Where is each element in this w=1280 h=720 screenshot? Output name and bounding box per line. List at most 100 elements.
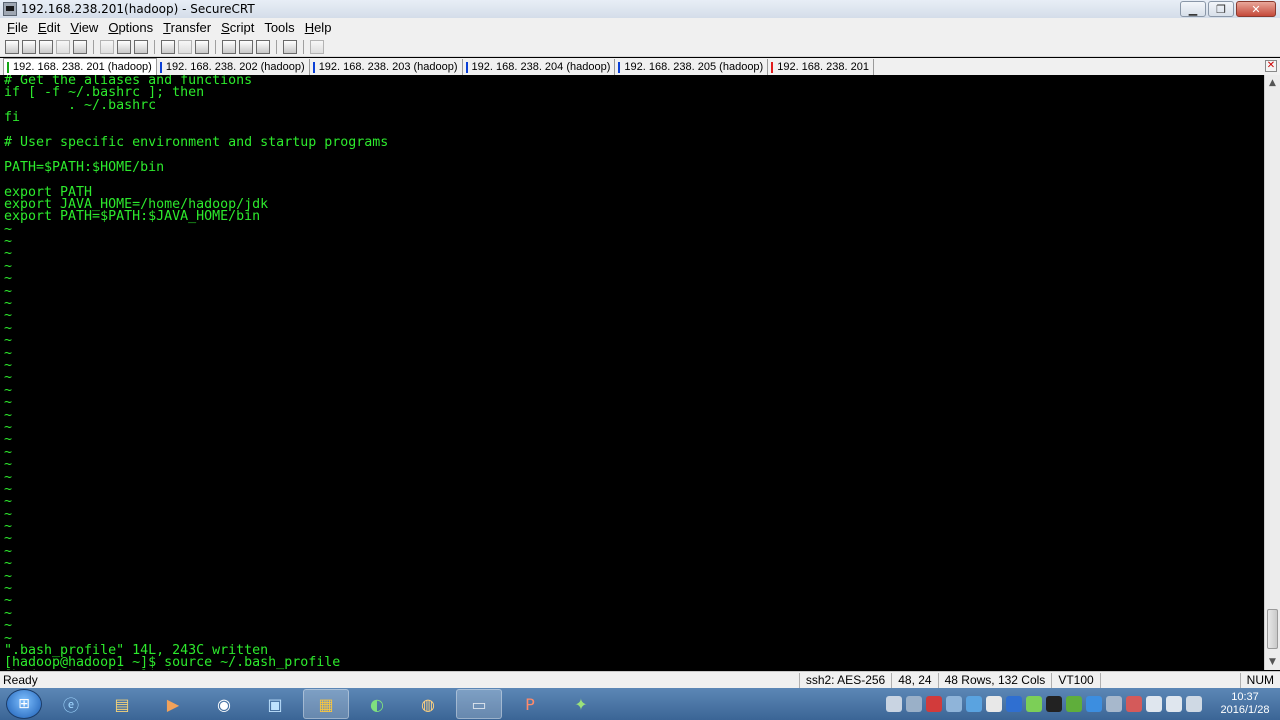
quick-connect-icon[interactable] bbox=[22, 39, 36, 54]
terminal-line: ~ bbox=[4, 556, 13, 572]
download-manager-icon[interactable]: ✦ bbox=[558, 689, 604, 719]
maximize-button[interactable]: ❐ bbox=[1208, 1, 1234, 17]
status-numlock: NUM bbox=[1239, 672, 1280, 688]
messenger-icon[interactable]: ▣ bbox=[252, 689, 298, 719]
network-share-tray-icon[interactable] bbox=[946, 696, 962, 712]
paste-icon[interactable] bbox=[117, 39, 131, 54]
volume-tray-icon[interactable] bbox=[1166, 696, 1182, 712]
tab-session-201[interactable]: 192. 168. 238. 201 (hadoop) bbox=[3, 58, 157, 75]
terminal-line: ~ bbox=[4, 271, 13, 287]
green-app-tray-icon[interactable] bbox=[1026, 696, 1042, 712]
connect-icon[interactable] bbox=[5, 39, 19, 54]
start-button[interactable]: ⊞ bbox=[6, 689, 42, 719]
minimize-button[interactable]: ▁ bbox=[1180, 1, 1206, 17]
menu-transfer[interactable]: Transfer bbox=[158, 20, 216, 35]
terminal-line: ~ bbox=[4, 345, 13, 361]
securecrt-taskbar-icon[interactable]: ▭ bbox=[456, 689, 502, 719]
internet-explorer-icon[interactable]: ⓔ bbox=[48, 689, 94, 719]
powerpoint-icon[interactable]: P bbox=[507, 689, 553, 719]
terminal-line: ~ bbox=[4, 506, 13, 522]
keymap-icon[interactable] bbox=[310, 39, 324, 54]
menu-script[interactable]: Script bbox=[216, 20, 259, 35]
scroll-down-icon[interactable]: ▼ bbox=[1265, 654, 1280, 670]
terminal-line: if [ -f ~/.bashrc ]; then bbox=[4, 85, 205, 101]
terminal-line: ~ bbox=[4, 221, 13, 237]
toolbar-separator bbox=[154, 39, 155, 54]
toolbar-separator bbox=[276, 39, 277, 54]
close-tab-button[interactable]: ✕ bbox=[1265, 60, 1277, 72]
copy-icon[interactable] bbox=[100, 39, 114, 54]
status-emulation: VT100 bbox=[1051, 672, 1099, 688]
menu-help[interactable]: Help bbox=[300, 20, 337, 35]
flag-tray-icon[interactable] bbox=[1126, 696, 1142, 712]
taskbar-clock[interactable]: 10:37 2016/1/28 bbox=[1216, 691, 1274, 717]
windows-taskbar: ⊞ ⓔ ▤ ▶ ◉ ▣ ▦ ◐ ◍ ▭ P ✦ 10:37 2016/1/28 bbox=[0, 688, 1280, 720]
chrome-icon[interactable]: ◉ bbox=[201, 689, 247, 719]
shield-tray-icon[interactable] bbox=[1006, 696, 1022, 712]
qq-tray-icon[interactable] bbox=[1046, 696, 1062, 712]
menu-edit[interactable]: Edit bbox=[33, 20, 65, 35]
toolbar bbox=[0, 37, 1280, 57]
reconnect-icon[interactable] bbox=[56, 39, 70, 54]
terminal-line: ~ bbox=[4, 469, 13, 485]
antivirus-tray-icon[interactable] bbox=[926, 696, 942, 712]
menu-bar: File Edit View Options Transfer Script T… bbox=[0, 18, 1280, 37]
help-icon[interactable] bbox=[283, 39, 297, 54]
menu-options[interactable]: Options bbox=[103, 20, 158, 35]
terminal-line: ~ bbox=[4, 543, 13, 559]
tab-session-204[interactable]: 192. 168. 238. 204 (hadoop) bbox=[463, 59, 616, 75]
media-player-icon[interactable]: ▶ bbox=[150, 689, 196, 719]
tab-session-202[interactable]: 192. 168. 238. 202 (hadoop) bbox=[157, 59, 310, 75]
security-tray-icon[interactable] bbox=[966, 696, 982, 712]
eclipse-icon[interactable]: ◍ bbox=[405, 689, 451, 719]
find-icon[interactable] bbox=[134, 39, 148, 54]
terminal-scrollbar[interactable]: ▲ ▼ bbox=[1264, 75, 1280, 670]
terminal-line: ~ bbox=[4, 432, 13, 448]
filezilla-icon[interactable]: ▦ bbox=[303, 689, 349, 719]
terminal-line: ~ bbox=[4, 246, 13, 262]
terminal-line: ~ bbox=[4, 605, 13, 621]
scroll-up-icon[interactable]: ▲ bbox=[1265, 75, 1280, 91]
session-options-icon[interactable] bbox=[222, 39, 236, 54]
plus-tray-icon[interactable] bbox=[1066, 696, 1082, 712]
tab-label: 192. 168. 238. 204 (hadoop) bbox=[471, 61, 611, 73]
disconnect-icon[interactable] bbox=[73, 39, 87, 54]
scrollbar-thumb[interactable] bbox=[1267, 609, 1278, 649]
print-icon[interactable] bbox=[195, 39, 209, 54]
network-signal-tray-icon[interactable] bbox=[1186, 696, 1202, 712]
pen-tray-icon[interactable] bbox=[906, 696, 922, 712]
window-title: 192.168.238.201(hadoop) - SecureCRT bbox=[21, 2, 255, 16]
green-browser-icon[interactable]: ◐ bbox=[354, 689, 400, 719]
file-explorer-icon[interactable]: ▤ bbox=[99, 689, 145, 719]
securecrt-app-icon[interactable] bbox=[3, 2, 17, 16]
power-tray-icon[interactable] bbox=[1146, 696, 1162, 712]
terminal-line: ~ bbox=[4, 320, 13, 336]
connect-in-tab-icon[interactable] bbox=[39, 39, 53, 54]
terminal-line: [hadoop@hadoop1 ~]$ source ~/.bash_profi… bbox=[4, 655, 341, 670]
terminal-line: fi bbox=[4, 110, 21, 126]
monitor-tray-icon[interactable] bbox=[1106, 696, 1122, 712]
terminal-line: PATH=$PATH:$HOME/bin bbox=[4, 159, 165, 175]
tab-session-203[interactable]: 192. 168. 238. 203 (hadoop) bbox=[310, 59, 463, 75]
close-button[interactable]: ✕ bbox=[1236, 1, 1276, 17]
print-selection-icon[interactable] bbox=[178, 39, 192, 54]
global-options-icon[interactable] bbox=[239, 39, 253, 54]
tab-status-marker bbox=[159, 61, 162, 73]
terminal-area[interactable]: # Get the aliases and functions if [ -f ~… bbox=[0, 75, 1264, 670]
menu-file[interactable]: File bbox=[2, 20, 33, 35]
terminal-line: ~ bbox=[4, 333, 13, 349]
windows-flag-tray-icon[interactable] bbox=[986, 696, 1002, 712]
tab-session-201-second[interactable]: 192. 168. 238. 201 bbox=[768, 59, 874, 75]
sftp-icon[interactable] bbox=[256, 39, 270, 54]
terminal-line: ~ bbox=[4, 457, 13, 473]
menu-view[interactable]: View bbox=[65, 20, 103, 35]
print-screen-icon[interactable] bbox=[161, 39, 175, 54]
menu-tools[interactable]: Tools bbox=[259, 20, 299, 35]
keyboard-tray-icon[interactable] bbox=[886, 696, 902, 712]
tab-session-205[interactable]: 192. 168. 238. 205 (hadoop) bbox=[615, 59, 769, 75]
protection-tray-icon[interactable] bbox=[1086, 696, 1102, 712]
terminal-line: # User specific environment and startup … bbox=[4, 134, 389, 150]
tab-label: 192. 168. 238. 201 bbox=[777, 61, 869, 73]
terminal-line: ~ bbox=[4, 258, 13, 274]
